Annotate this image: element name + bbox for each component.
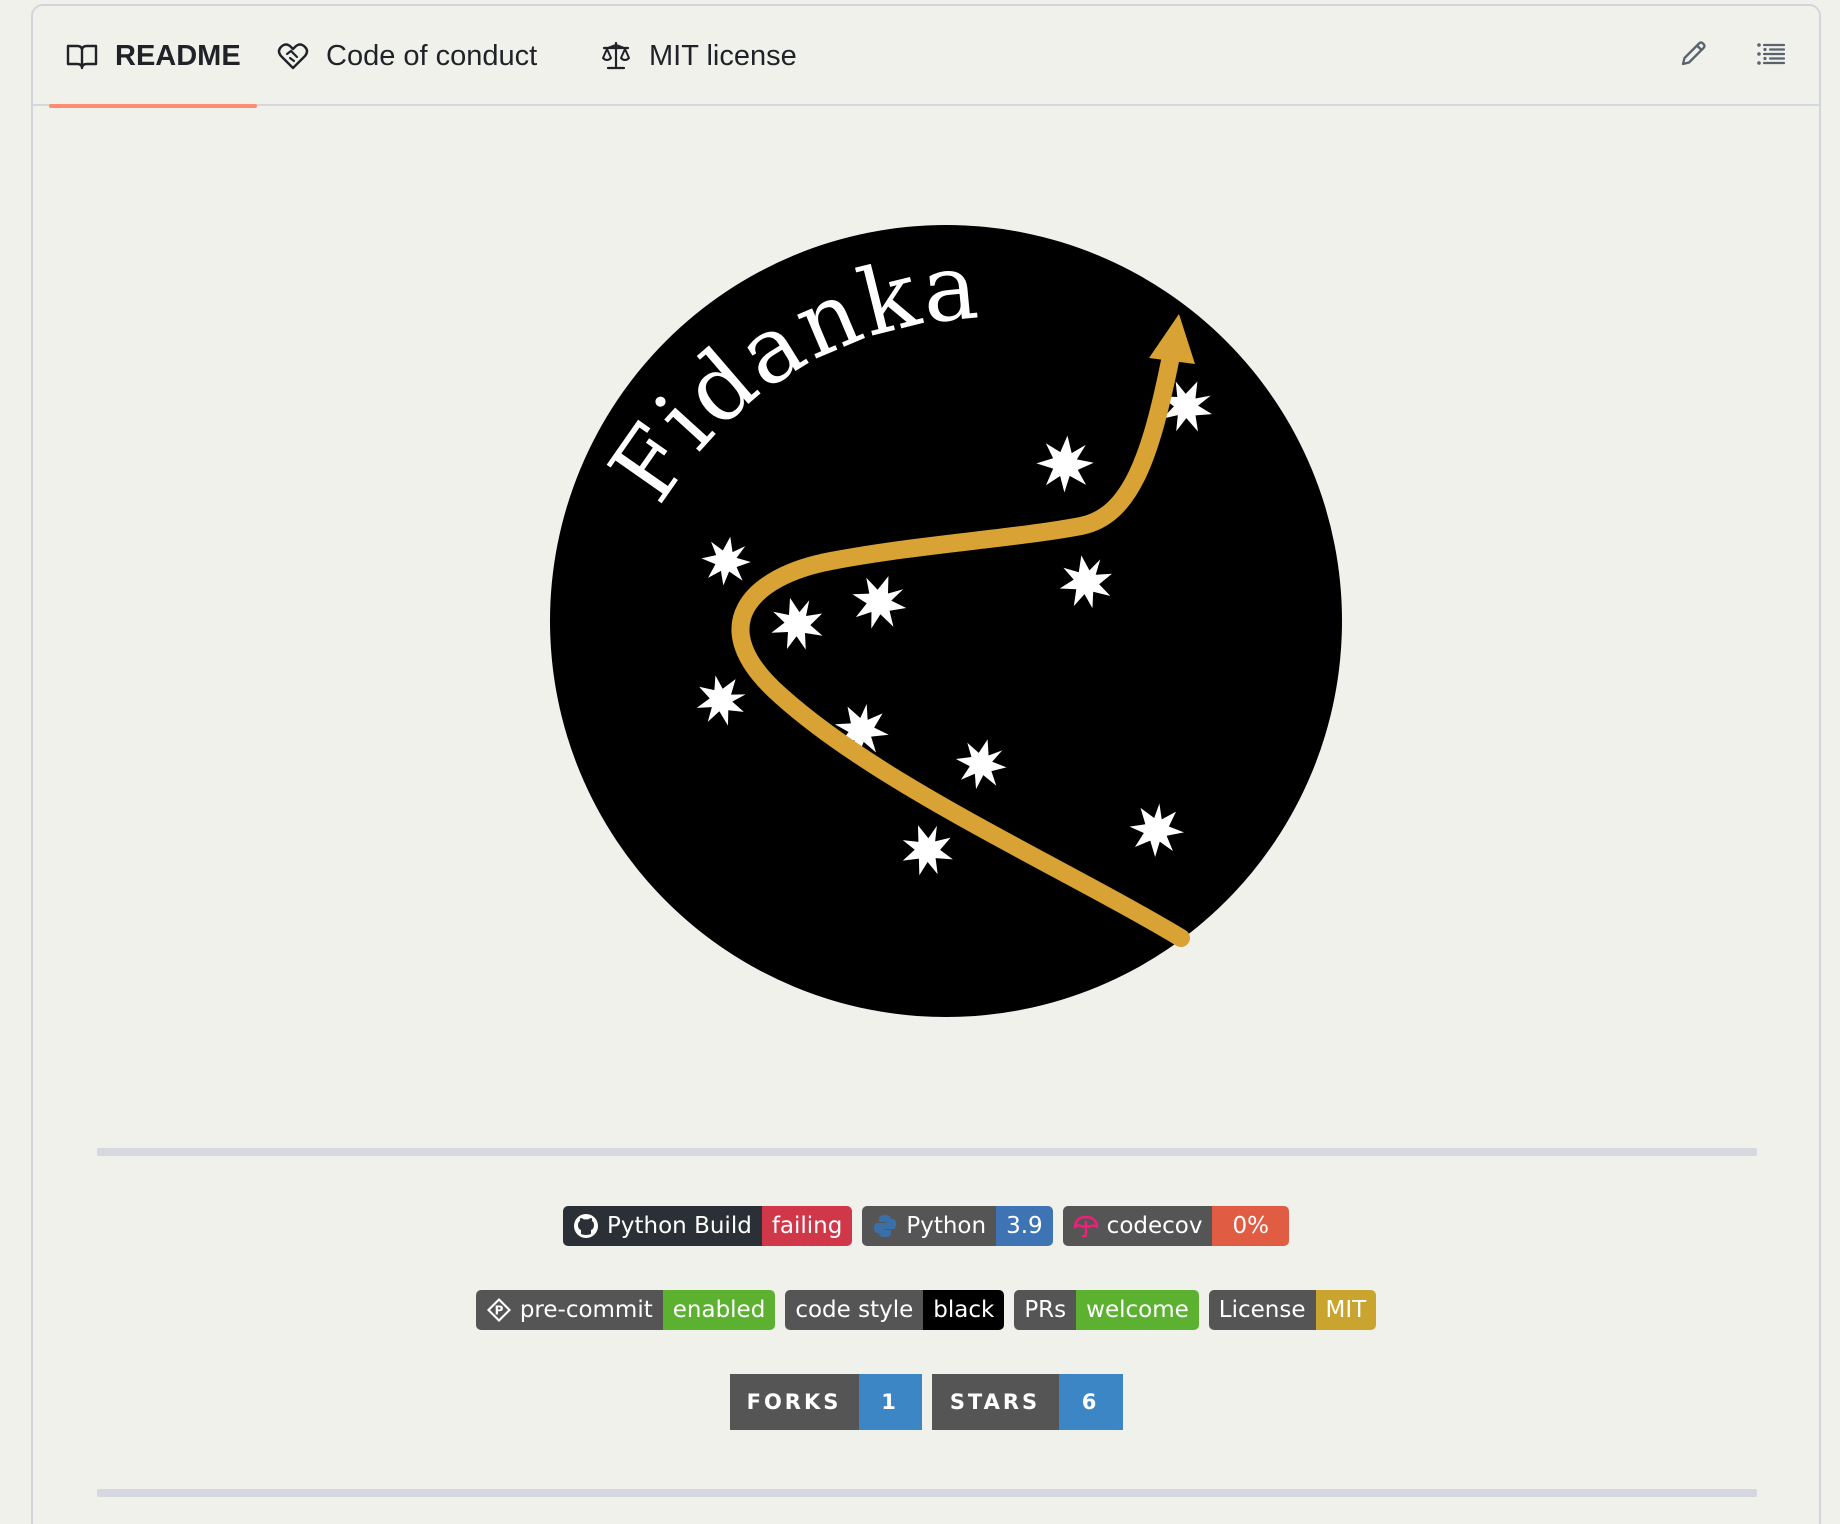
tab-code-of-conduct[interactable]: Code of conduct (276, 6, 537, 106)
scale-icon (599, 39, 633, 73)
svg-text:P: P (494, 1304, 503, 1318)
pre-commit-badge[interactable]: P pre-commit enabled (475, 1290, 776, 1330)
pencil-icon (1677, 38, 1709, 75)
python-build-badge[interactable]: Python Build failing (563, 1206, 853, 1246)
python-version-badge[interactable]: Python 3.9 (862, 1206, 1053, 1246)
code-style-badge-value: black (923, 1290, 1005, 1330)
github-icon (573, 1213, 599, 1239)
readme-panel: README Code of conduct MIT license Fidan… (31, 4, 1821, 1524)
table-of-contents-button[interactable] (1751, 36, 1791, 76)
forks-badge[interactable]: FORKS 1 (729, 1374, 922, 1430)
horizontal-rule (97, 1489, 1757, 1497)
codecov-umbrella-icon (1073, 1213, 1099, 1239)
pre-commit-icon: P (486, 1297, 512, 1323)
prs-welcome-badge-label: PRs (1014, 1290, 1077, 1330)
codecov-badge-label: codecov (1106, 1213, 1203, 1239)
tab-readme-label: README (115, 39, 241, 72)
codecov-badge[interactable]: codecov 0% (1062, 1206, 1289, 1246)
logo-circle (550, 225, 1342, 1017)
python-build-badge-value: failing (761, 1206, 853, 1246)
stars-badge-label: STARS (931, 1374, 1059, 1430)
code-style-badge[interactable]: code style black (785, 1290, 1005, 1330)
horizontal-rule (97, 1148, 1757, 1156)
python-icon (872, 1213, 898, 1239)
codecov-badge-value: 0% (1212, 1206, 1289, 1246)
book-icon (65, 39, 99, 73)
list-icon (1755, 38, 1787, 75)
python-version-badge-value: 3.9 (996, 1206, 1053, 1246)
badge-row-style: P pre-commit enabled code style black PR… (33, 1290, 1819, 1330)
readme-tab-bar: README Code of conduct MIT license (33, 6, 1819, 108)
python-version-badge-label: Python (906, 1213, 987, 1239)
license-badge[interactable]: License MIT (1208, 1290, 1377, 1330)
code-style-badge-label: code style (785, 1290, 924, 1330)
prs-welcome-badge[interactable]: PRs welcome (1014, 1290, 1199, 1330)
heart-handshake-icon (276, 39, 310, 73)
tab-readme[interactable]: README (49, 6, 257, 108)
forks-badge-value: 1 (858, 1374, 922, 1430)
badge-row-build: Python Build failing Python 3.9 codecov … (33, 1206, 1819, 1246)
tab-code-of-conduct-label: Code of conduct (326, 39, 538, 72)
stars-badge[interactable]: STARS 6 (931, 1374, 1123, 1430)
tab-mit-license[interactable]: MIT license (599, 6, 797, 106)
edit-file-button[interactable] (1673, 36, 1713, 76)
pre-commit-badge-value: enabled (662, 1290, 776, 1330)
badge-row-social: FORKS 1 STARS 6 (33, 1374, 1819, 1430)
tab-mit-license-label: MIT license (649, 39, 797, 72)
stars-badge-value: 6 (1058, 1374, 1123, 1430)
forks-badge-label: FORKS (729, 1374, 859, 1430)
fidanka-logo: Fidanka (550, 225, 1342, 1017)
pre-commit-badge-label: pre-commit (519, 1297, 653, 1323)
prs-welcome-badge-value: welcome (1076, 1290, 1199, 1330)
license-badge-label: License (1208, 1290, 1316, 1330)
python-build-badge-label: Python Build (607, 1213, 752, 1239)
license-badge-value: MIT (1315, 1290, 1377, 1330)
